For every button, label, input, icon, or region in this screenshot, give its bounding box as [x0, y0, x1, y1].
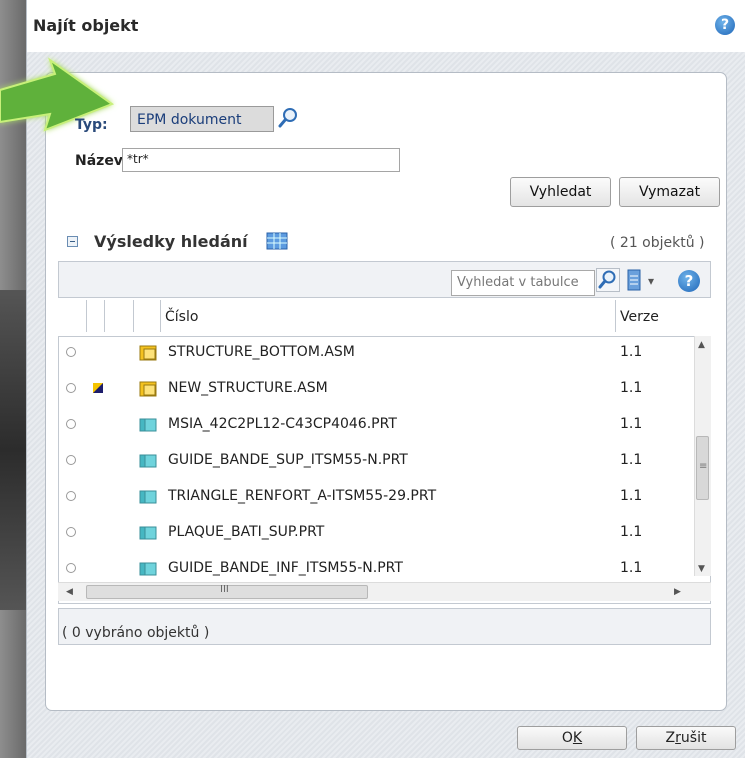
row-select-radio[interactable] [66, 383, 76, 393]
background-left-dark [0, 290, 26, 610]
cancel-button[interactable]: Zrušit [636, 726, 736, 750]
scroll-grip: III [220, 584, 229, 595]
row-version: 1.1 [620, 380, 643, 396]
table-row[interactable]: NEW_STRUCTURE.ASM 1.1 [58, 372, 694, 408]
part-icon [139, 490, 157, 504]
ok-mnemonic: K [572, 730, 583, 746]
row-number[interactable]: GUIDE_BANDE_SUP_ITSM55-N.PRT [168, 452, 408, 468]
part-icon [139, 418, 157, 432]
row-version: 1.1 [620, 488, 643, 504]
cancel-label-rest: ušit [680, 730, 707, 746]
part-icon [139, 526, 157, 540]
row-version: 1.1 [620, 452, 643, 468]
collapse-icon[interactable] [67, 236, 78, 247]
part-icon [139, 454, 157, 468]
table-row[interactable]: PLAQUE_BATI_SUP.PRT 1.1 [58, 516, 694, 552]
type-field: EPM dokument [130, 106, 274, 132]
scroll-down-icon[interactable]: ▼ [698, 564, 705, 574]
row-number[interactable]: NEW_STRUCTURE.ASM [168, 380, 328, 396]
table-row[interactable]: TRIANGLE_RENFORT_A-ITSM55-29.PRT 1.1 [58, 480, 694, 516]
scroll-up-icon[interactable]: ▲ [698, 340, 705, 350]
checked-out-icon [93, 383, 103, 393]
type-label: Typ: [75, 117, 108, 133]
assembly-icon [139, 381, 157, 397]
row-select-radio[interactable] [66, 527, 76, 537]
scroll-grip: ≡ [699, 461, 708, 472]
table-search-input[interactable]: Vyhledat v tabulce [451, 270, 595, 296]
scroll-left-icon[interactable]: ◀ [66, 587, 73, 597]
column-divider [104, 300, 105, 332]
table-help-icon[interactable]: ? [678, 270, 700, 292]
row-number[interactable]: STRUCTURE_BOTTOM.ASM [168, 344, 355, 360]
table-view-icon[interactable] [266, 232, 288, 250]
column-divider [615, 300, 616, 332]
results-title: Výsledky hledání [94, 232, 248, 251]
table-header-row [58, 298, 711, 337]
clear-button[interactable]: Vymazat [619, 177, 720, 207]
help-icon[interactable]: ? [715, 15, 735, 35]
name-label: Název: [75, 153, 129, 169]
row-version: 1.1 [620, 524, 643, 540]
row-version: 1.1 [620, 560, 643, 576]
dialog-title: Najít objekt [33, 16, 139, 35]
row-number[interactable]: TRIANGLE_RENFORT_A-ITSM55-29.PRT [168, 488, 436, 504]
column-divider [160, 300, 161, 332]
search-icon[interactable] [596, 268, 620, 292]
row-select-radio[interactable] [66, 347, 76, 357]
assembly-icon [139, 345, 157, 361]
row-number[interactable]: PLAQUE_BATI_SUP.PRT [168, 524, 324, 540]
table-row[interactable]: STRUCTURE_BOTTOM.ASM 1.1 [58, 336, 694, 372]
dialog-title-bar: Najít objekt ? [27, 0, 745, 52]
table-row[interactable]: MSIA_42C2PL12-C43CP4046.PRT 1.1 [58, 408, 694, 444]
cancel-label: Z [665, 730, 676, 746]
selection-status: ( 0 vybráno objektů ) [62, 625, 210, 641]
row-version: 1.1 [620, 344, 643, 360]
column-divider [86, 300, 87, 332]
results-count: ( 21 objektů ) [610, 235, 705, 251]
type-search-icon[interactable] [277, 106, 301, 130]
row-number[interactable]: MSIA_42C2PL12-C43CP4046.PRT [168, 416, 397, 432]
search-button[interactable]: Vyhledat [510, 177, 611, 207]
column-header-version[interactable]: Verze [620, 309, 659, 325]
name-input[interactable]: *tr* [122, 148, 400, 172]
row-select-radio[interactable] [66, 419, 76, 429]
ok-label: O [561, 730, 573, 746]
column-divider [133, 300, 134, 332]
row-select-radio[interactable] [66, 563, 76, 573]
column-header-number[interactable]: Číslo [165, 309, 198, 325]
row-version: 1.1 [620, 416, 643, 432]
ok-button[interactable]: OK [517, 726, 627, 750]
scroll-right-icon[interactable]: ▶ [674, 587, 681, 597]
table-row[interactable]: GUIDE_BANDE_SUP_ITSM55-N.PRT 1.1 [58, 444, 694, 480]
row-select-radio[interactable] [66, 455, 76, 465]
row-select-radio[interactable] [66, 491, 76, 501]
chevron-down-icon[interactable]: ▾ [648, 274, 654, 288]
part-icon [139, 562, 157, 576]
row-number[interactable]: GUIDE_BANDE_INF_ITSM55-N.PRT [168, 560, 403, 576]
export-icon[interactable] [626, 268, 642, 292]
